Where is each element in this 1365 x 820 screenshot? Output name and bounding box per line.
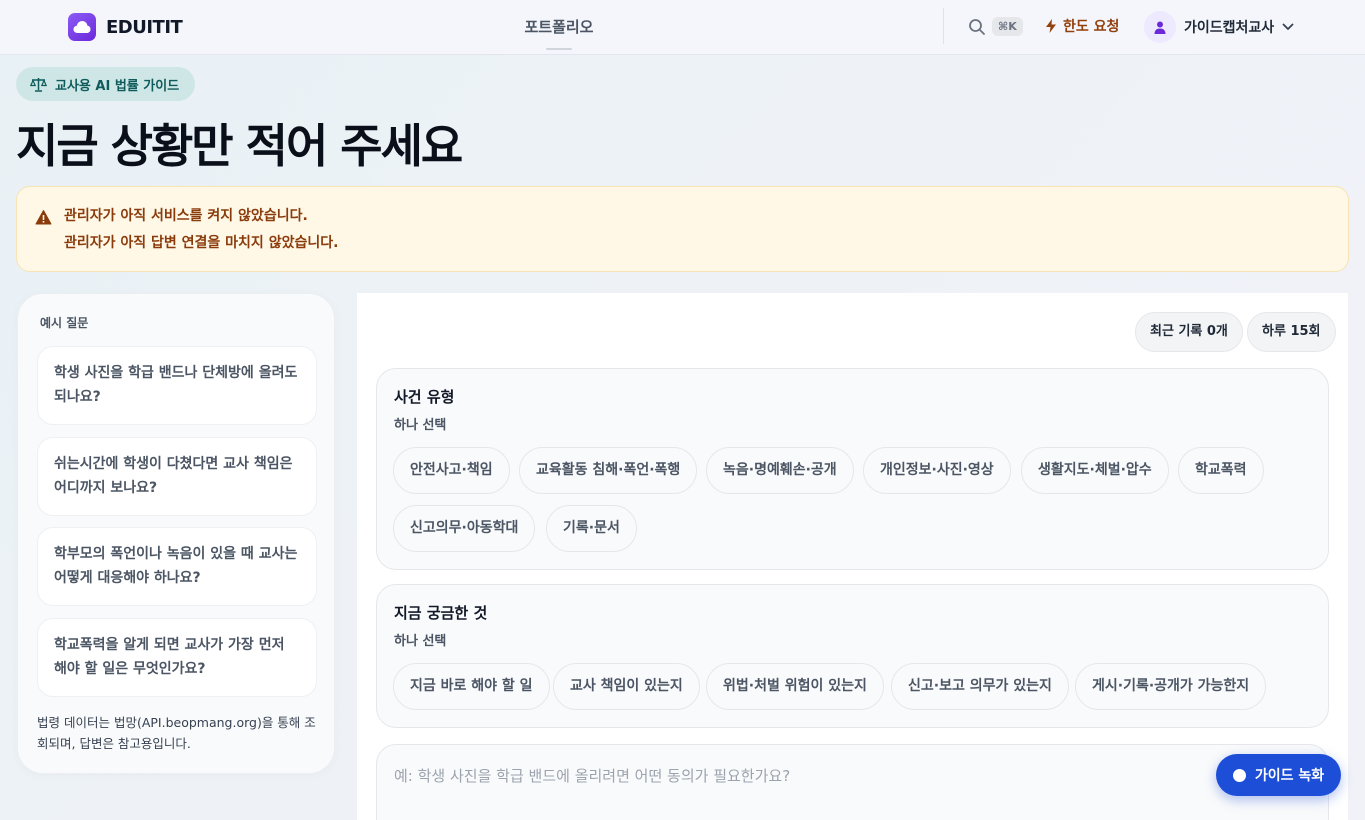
example-question[interactable]: 학부모의 폭언이나 녹음이 있을 때 교사는 어떻게 대응해야 하나요? [37,527,317,606]
incident-option[interactable]: 안전사고·책임 [393,447,510,494]
quota-request-label: 한도 요청 [1063,19,1120,35]
quota-request-button[interactable]: 한도 요청 [1045,16,1119,36]
concern-title: 지금 궁금한 것 [394,604,488,622]
incident-option[interactable]: 개인정보·사진·영상 [863,447,1011,494]
example-questions-label: 예시 질문 [40,316,89,330]
example-question[interactable]: 쉬는시간에 학생이 다쳤다면 교사 책임은 어디까지 보나요? [37,437,317,516]
user-icon [1154,21,1166,34]
alert-message-service: 관리자가 아직 서비스를 켜지 않았습니다. [64,208,308,224]
example-question[interactable]: 학생 사진을 학급 밴드나 단체방에 올려도 되나요? [37,346,317,425]
concern-option[interactable]: 게시·기록·공개가 가능한지 [1075,663,1267,710]
guide-badge-label: 교사용 AI 법률 가이드 [55,78,180,94]
top-navigation-bar: EDUITIT 포트폴리오 ⌘K 한도 요청 가이드캡처교사 [0,0,1365,55]
avatar [1144,11,1176,43]
recent-records-button[interactable]: 최근 기록 0개 [1135,312,1243,352]
scale-icon [30,77,47,92]
incident-option[interactable]: 생활지도·체벌·압수 [1021,447,1169,494]
warning-alert: 관리자가 아직 서비스를 켜지 않았습니다. 관리자가 아직 답변 연결을 마치… [16,186,1349,272]
user-name: 가이드캡처교사 [1184,20,1275,36]
concern-hint: 하나 선택 [394,634,447,649]
concern-section: 지금 궁금한 것 하나 선택 지금 바로 해야 할 일 교사 책임이 있는지 위… [376,584,1329,728]
header-divider [943,8,944,44]
page-title: 지금 상황만 적어 주세요 [16,119,463,173]
concern-option[interactable]: 위법·처벌 위험이 있는지 [706,663,884,710]
alert-message-connection: 관리자가 아직 답변 연결을 마치지 않았습니다. [64,235,339,251]
warning-icon [35,210,52,225]
search-shortcut-badge: ⌘K [992,17,1023,36]
question-form-panel: 최근 기록 0개 하루 15회 사건 유형 하나 선택 안전사고·책임 교육활동… [357,293,1348,820]
daily-limit-badge[interactable]: 하루 15회 [1247,312,1336,352]
nav-active-indicator [546,48,572,50]
concern-option[interactable]: 교사 책임이 있는지 [553,663,700,710]
data-source-note: 법령 데이터는 법망(API.beopmang.org)을 통해 조회되며, 답… [37,715,316,751]
example-questions-panel: 예시 질문 학생 사진을 학급 밴드나 단체방에 올려도 되나요? 쉬는시간에 … [17,293,335,774]
incident-type-hint: 하나 선택 [394,418,447,433]
incident-type-title: 사건 유형 [394,388,455,406]
logo[interactable]: EDUITIT [68,13,183,41]
guide-badge: 교사용 AI 법률 가이드 [16,67,196,101]
incident-option[interactable]: 교육활동 침해·폭언·폭행 [519,447,698,494]
lightning-icon [1046,19,1056,33]
guide-record-button[interactable]: 가이드 녹화 [1216,754,1341,796]
user-menu[interactable]: 가이드캡처교사 [1144,11,1294,43]
incident-option[interactable]: 녹음·명예훼손·공개 [706,447,854,494]
incident-type-section: 사건 유형 하나 선택 안전사고·책임 교육활동 침해·폭언·폭행 녹음·명예훼… [376,368,1329,570]
concern-option[interactable]: 지금 바로 해야 할 일 [393,663,550,710]
nav-portfolio[interactable]: 포트폴리오 [508,16,610,37]
chevron-down-icon [1282,23,1294,30]
incident-option[interactable]: 신고의무·아동학대 [393,505,536,552]
search-icon[interactable] [968,18,986,36]
incident-option[interactable]: 학교폭력 [1178,447,1264,494]
cloud-icon [68,13,96,41]
logo-text: EDUITIT [106,16,183,38]
situation-input[interactable]: 예: 학생 사진을 학급 밴드에 올리려면 어떤 동의가 필요한가요? [376,744,1329,820]
example-question[interactable]: 학교폭력을 알게 되면 교사가 가장 먼저 해야 할 일은 무엇인가요? [37,618,317,697]
concern-option[interactable]: 신고·보고 의무가 있는지 [891,663,1069,710]
record-dot-icon [1232,768,1246,782]
guide-record-label: 가이드 녹화 [1254,768,1325,784]
incident-option[interactable]: 기록·문서 [546,505,637,552]
